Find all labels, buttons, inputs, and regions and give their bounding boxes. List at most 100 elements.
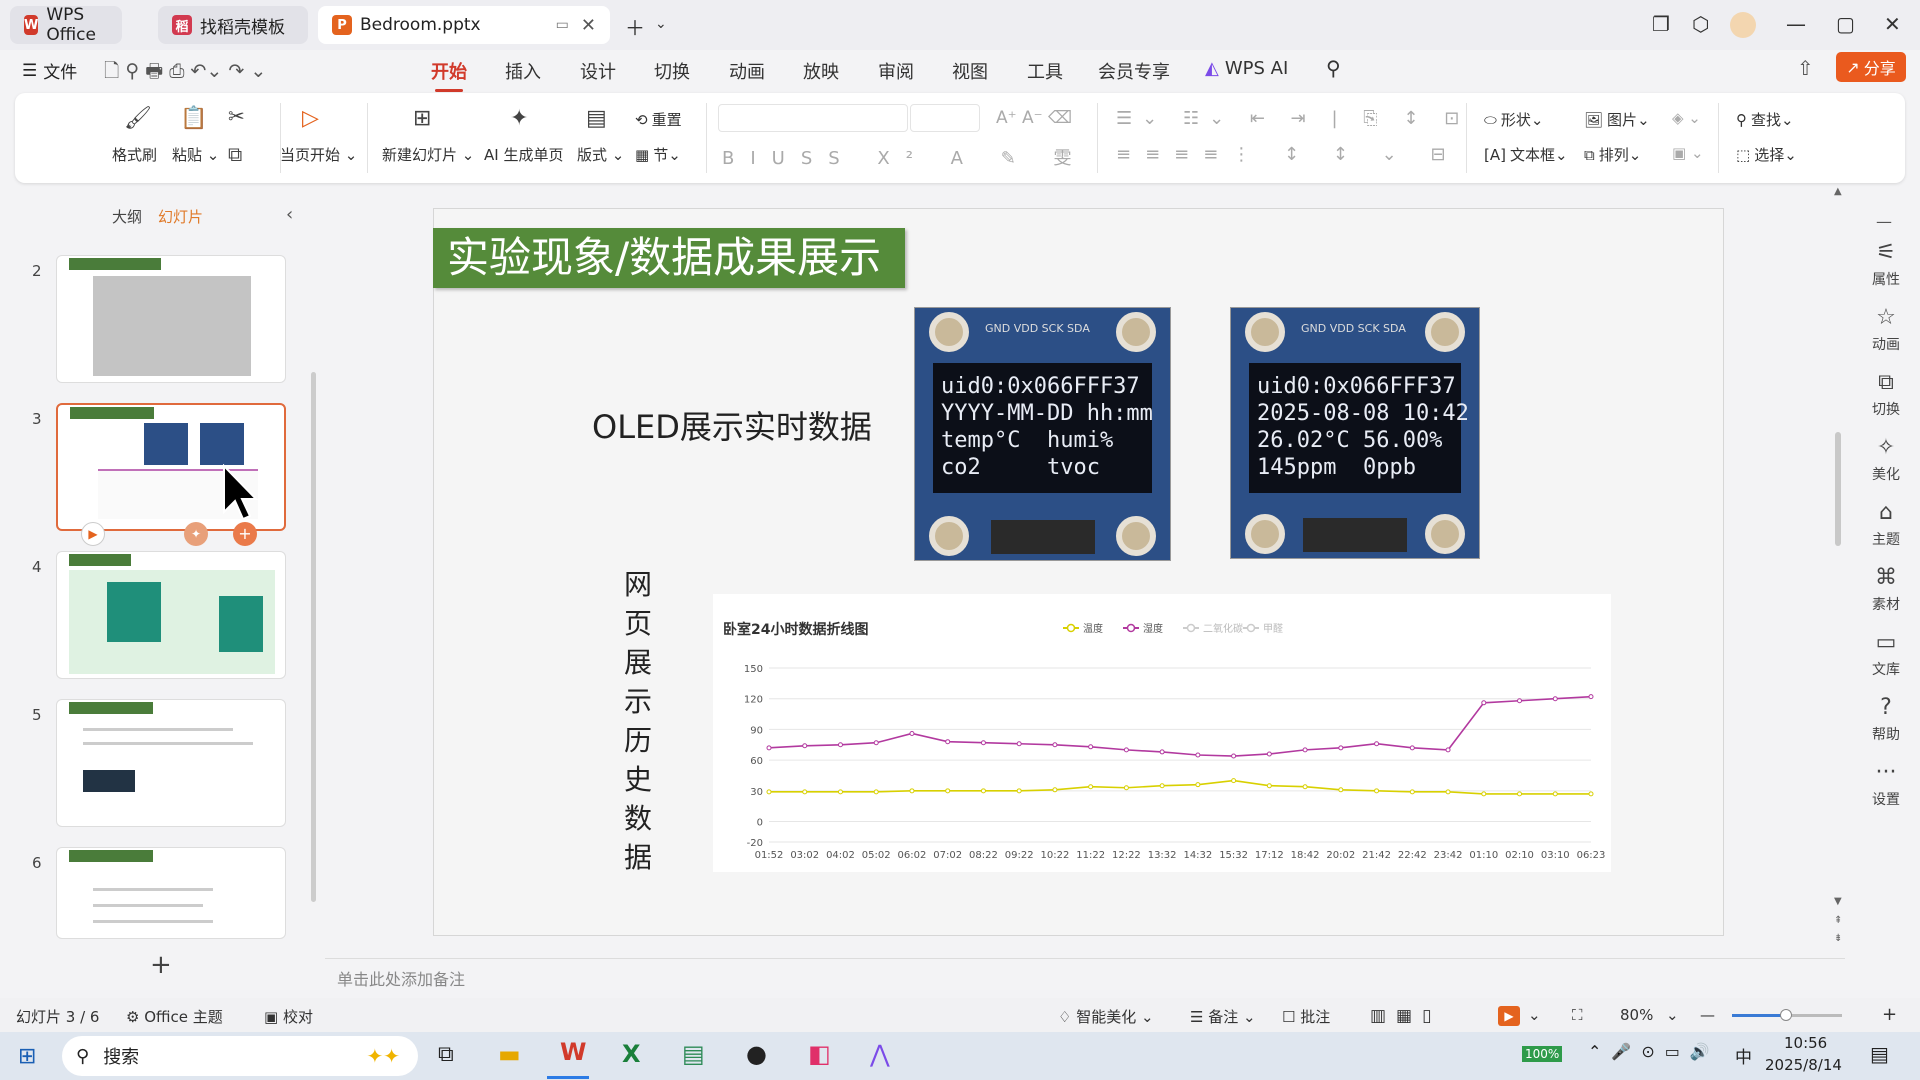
menu-transition[interactable]: 切换 <box>654 58 690 84</box>
clock-date[interactable]: 2025/8/14 <box>1765 1056 1842 1074</box>
purple-app-icon[interactable]: ⋀ <box>870 1040 890 1068</box>
windows-start-icon[interactable]: ⊞ <box>18 1044 36 1069</box>
tab-template[interactable]: 稻找稻壳模板 <box>158 6 308 44</box>
notes-placeholder[interactable]: 单击此处添加备注 <box>337 966 465 990</box>
media-app-icon[interactable]: ● <box>746 1040 767 1068</box>
theme-status[interactable]: ⚙ Office 主题 <box>126 1006 223 1027</box>
menu-design[interactable]: 设计 <box>580 58 616 84</box>
file-explorer-icon[interactable]: ▬ <box>498 1040 521 1068</box>
slide-title[interactable]: 实验现象/数据成果展示 <box>433 228 905 288</box>
smart-beautify-button[interactable]: ♢ 智能美化 ⌄ <box>1058 1006 1154 1027</box>
quick-access-toolbar[interactable]: 🗋 ⚲ 🖶 ⎙ ↶⌄ ↷ ⌄ <box>104 57 266 89</box>
sidebar-theme[interactable]: ⌂ 主题 <box>1866 500 1906 549</box>
slide-thumbnail-5[interactable] <box>56 699 286 827</box>
sidebar-transition[interactable]: ⧉ 切换 <box>1866 370 1906 419</box>
slideshow-play-icon[interactable]: ▶ <box>1498 1006 1520 1026</box>
oled-label-text[interactable]: OLED展示实时数据 <box>592 402 872 448</box>
comments-toggle[interactable]: ☐ 批注 <box>1282 1006 1330 1027</box>
share-button[interactable]: ↗ 分享 <box>1836 52 1906 82</box>
from-current-button[interactable]: 当页开始 ⌄ <box>280 144 357 165</box>
new-slide-button[interactable]: 新建幻灯片 ⌄ <box>382 144 474 165</box>
sidebar-library[interactable]: ▭ 文库 <box>1866 630 1906 679</box>
thumbnail-scrollbar[interactable] <box>311 372 316 902</box>
menu-tools[interactable]: 工具 <box>1027 58 1063 84</box>
minimize-icon[interactable]: — <box>1786 12 1806 36</box>
reset-button[interactable]: ⟲ 重置 <box>635 109 682 130</box>
zoom-out-icon[interactable]: — <box>1700 1006 1715 1024</box>
align-buttons[interactable]: ≡≡≡≡⋮ ↕ ↕ ⌄ ⊟ <box>1116 144 1460 165</box>
web-label-vertical[interactable]: 网 页 展 示 历 史 数 据 <box>621 565 655 877</box>
add-slide-icon[interactable]: + <box>233 522 257 546</box>
tab-wps-office[interactable]: W WPS Office <box>10 5 122 45</box>
sidebar-materials[interactable]: ⌘ 素材 <box>1866 565 1906 614</box>
paste-button[interactable]: 粘贴 ⌄ <box>172 144 219 165</box>
maximize-icon[interactable]: ▢ <box>1836 12 1855 36</box>
proofread-status[interactable]: ▣ 校对 <box>264 1006 313 1027</box>
zoom-level[interactable]: 80% <box>1620 1006 1653 1024</box>
copy-icon[interactable]: ⧉ <box>228 142 242 166</box>
zoom-slider-handle[interactable] <box>1780 1009 1792 1021</box>
font-size-controls[interactable]: A⁺ A⁻ ⌫ <box>996 108 1072 128</box>
format-painter-button[interactable]: 格式刷 <box>112 144 157 165</box>
history-line-chart[interactable]: 卧室24小时数据折线图 温度 湿度 二氧化碳 甲醛 150 120 90 60 30 0 -20 01:… <box>713 594 1611 872</box>
picture-button[interactable]: 🖼 图片 ⌄ <box>1584 109 1650 130</box>
shape-button[interactable]: ⬭ 形状 ⌄ <box>1484 109 1543 130</box>
menu-slideshow[interactable]: 放映 <box>803 58 839 84</box>
ai-generate-button[interactable]: AI 生成单页 <box>484 144 563 165</box>
select-button[interactable]: ⬚ 选择 ⌄ <box>1736 144 1797 165</box>
collapse-sidebar-icon[interactable]: — <box>1876 212 1892 231</box>
textbox-button[interactable]: [A] 文本框 ⌄ <box>1484 144 1568 165</box>
sidebar-animation[interactable]: ☆ 动画 <box>1866 305 1906 354</box>
layout-button[interactable]: 版式 ⌄ <box>577 144 624 165</box>
system-tray-icons[interactable]: ⌃🎤⊙▭🔊 <box>1588 1042 1720 1061</box>
fill-icon[interactable]: ◈ ⌄ <box>1672 109 1701 127</box>
fit-window-icon[interactable]: ⛶ <box>1572 1006 1583 1024</box>
window-icon[interactable]: ▭ <box>556 17 569 33</box>
section-button[interactable]: ▦ 节 ⌄ <box>635 144 681 165</box>
tab-bedroom-pptx[interactable]: P Bedroom.pptx ▭ ✕ <box>318 6 610 44</box>
file-menu[interactable]: ☰ 文件 <box>22 58 77 84</box>
close-window-icon[interactable]: ✕ <box>1884 12 1901 36</box>
cube-icon[interactable]: ⬡ <box>1692 12 1709 36</box>
scroll-up-arrow[interactable]: ▲ <box>1834 186 1842 197</box>
menu-view[interactable]: 视图 <box>952 58 988 84</box>
menu-review[interactable]: 审阅 <box>878 58 914 84</box>
restore-icon[interactable]: ❐ <box>1652 12 1670 36</box>
menu-insert[interactable]: 插入 <box>505 58 541 84</box>
oled-photo-template[interactable]: GND VDD SCK SDA uid0:0x066FFF37 YYYY-MM-… <box>914 307 1171 561</box>
zoom-in-icon[interactable]: + <box>1882 1004 1897 1025</box>
cloud-upload-icon[interactable]: ⇧ <box>1797 56 1814 80</box>
tab-slides[interactable]: 幻灯片 <box>158 206 203 227</box>
font-size-select[interactable] <box>910 104 980 132</box>
collapse-panel-icon[interactable]: ‹ <box>286 204 293 225</box>
beautify-slide-icon[interactable]: ✦ <box>184 522 208 546</box>
clock-time[interactable]: 10:56 <box>1784 1034 1827 1052</box>
list-buttons[interactable]: ☰⌄ ☷⌄ ⇤ ⇥ | ⎘ ↕ ⊡ <box>1116 108 1469 129</box>
text-format-buttons[interactable]: BIUSS X² A ✎ 雯 <box>722 144 1088 170</box>
slide-scrollbar-thumb[interactable] <box>1835 432 1841 546</box>
wps-taskbar-icon[interactable]: W <box>560 1038 586 1066</box>
menu-home[interactable]: 开始 <box>431 58 467 92</box>
cut-icon[interactable]: ✂ <box>228 104 245 128</box>
outline-icon[interactable]: ▣ ⌄ <box>1672 144 1704 162</box>
chart-app-icon[interactable]: ▤ <box>682 1040 705 1068</box>
slide-thumbnail-4[interactable] <box>56 551 286 679</box>
arrange-button[interactable]: ⧉ 排列 ⌄ <box>1584 144 1641 165</box>
find-button[interactable]: ⚲ 查找 ⌄ <box>1736 109 1794 130</box>
close-tab-icon[interactable]: ✕ <box>581 15 596 36</box>
menu-member[interactable]: 会员专享 <box>1098 58 1170 84</box>
ime-indicator[interactable]: 中 <box>1735 1043 1752 1068</box>
avatar[interactable] <box>1730 12 1756 38</box>
slide-thumbnail-2[interactable] <box>56 255 286 383</box>
tab-outline[interactable]: 大纲 <box>112 206 142 227</box>
sidebar-help[interactable]: ? 帮助 <box>1866 695 1906 744</box>
slide-thumbnail-6[interactable] <box>56 847 286 939</box>
prev-slide-arrow[interactable]: ⇞ <box>1834 915 1842 926</box>
font-family-select[interactable] <box>718 104 908 132</box>
add-slide-button[interactable]: + <box>150 950 172 980</box>
play-slide-icon[interactable]: ▶ <box>81 522 105 546</box>
slideshow-options-icon[interactable]: ⌄ <box>1528 1006 1541 1024</box>
scroll-down-arrow[interactable]: ▼ <box>1834 896 1842 907</box>
sidebar-settings[interactable]: ··· 设置 <box>1866 760 1906 809</box>
menu-wps-ai[interactable]: ◭ WPS AI <box>1205 58 1288 79</box>
